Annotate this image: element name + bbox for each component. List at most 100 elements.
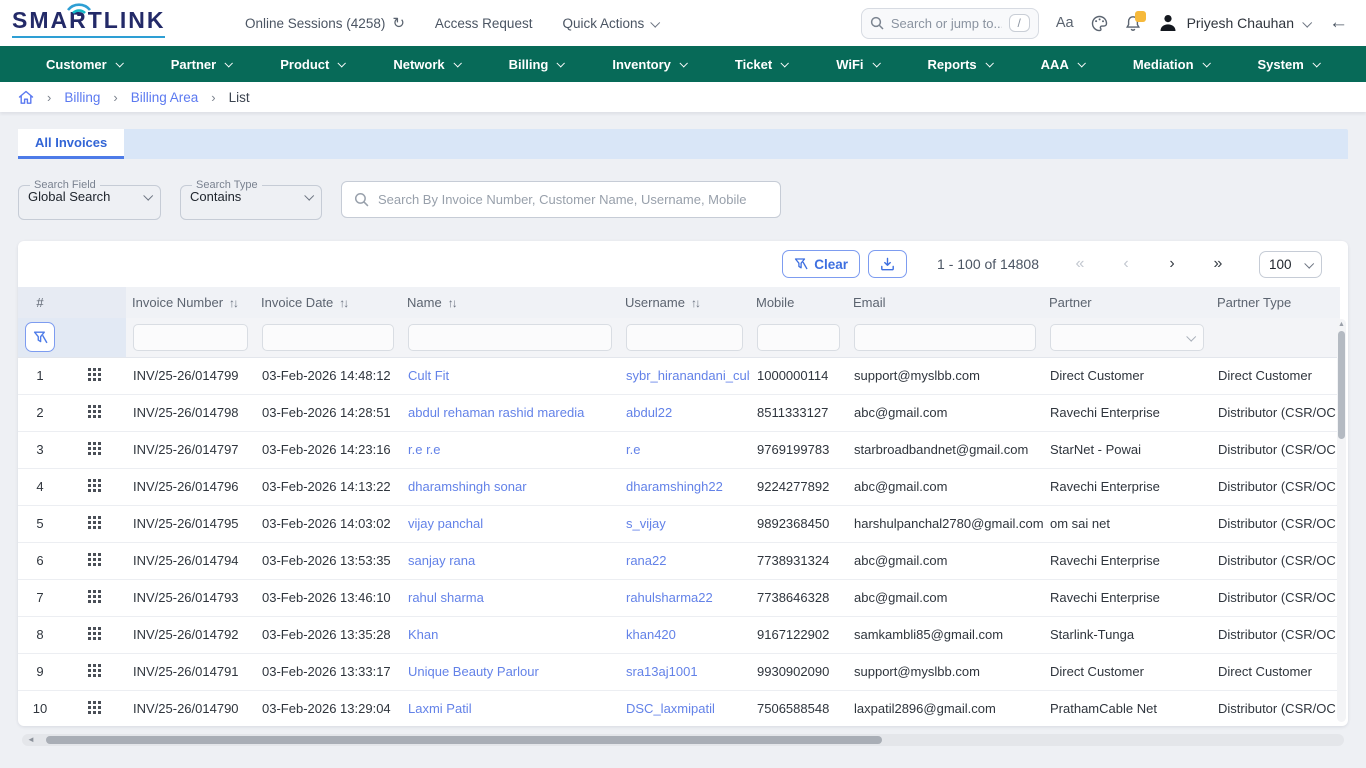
nav-item-label: Mediation: [1133, 57, 1194, 72]
next-page-button[interactable]: ›: [1153, 255, 1191, 273]
nav-item-system[interactable]: System: [1258, 57, 1344, 72]
prev-page-button[interactable]: ‹: [1107, 255, 1145, 273]
filter-partner-select[interactable]: [1050, 324, 1204, 351]
row-actions-grid-icon[interactable]: [88, 516, 101, 529]
customer-name-link[interactable]: Khan: [408, 627, 438, 642]
customer-name-link[interactable]: vijay panchal: [408, 516, 483, 531]
invoices-card: Clear 1 - 100 of 14808 « ‹ › » 100: [18, 241, 1348, 726]
row-actions-grid-icon[interactable]: [88, 701, 101, 714]
nav-item-partner[interactable]: Partner: [171, 57, 257, 72]
theme-palette-icon[interactable]: [1091, 15, 1108, 32]
clear-column-filters-button[interactable]: [25, 322, 55, 352]
search-field-select[interactable]: Search Field Global Search: [18, 179, 161, 220]
name-cell: Khan: [401, 616, 619, 653]
customer-name-link[interactable]: r.e r.e: [408, 442, 441, 457]
font-size-toggle[interactable]: Aa: [1056, 15, 1074, 31]
sort-icon[interactable]: ↑↓: [448, 296, 456, 310]
filter-email-input[interactable]: [854, 324, 1036, 351]
search-type-select[interactable]: Search Type Contains: [180, 179, 322, 220]
nav-item-mediation[interactable]: Mediation: [1133, 57, 1234, 72]
smartlink-logo[interactable]: SMARTLINK: [12, 9, 197, 38]
username-link[interactable]: r.e: [626, 442, 640, 457]
vertical-scrollbar-thumb[interactable]: [1338, 331, 1345, 439]
breadcrumb-link-billing[interactable]: Billing: [64, 90, 100, 105]
customer-name-link[interactable]: Unique Beauty Parlour: [408, 664, 539, 679]
invoice-search-input[interactable]: Search By Invoice Number, Customer Name,…: [341, 181, 781, 218]
customer-name-link[interactable]: abdul rehaman rashid maredia: [408, 405, 584, 420]
sort-icon[interactable]: ↑↓: [229, 296, 237, 310]
sort-icon[interactable]: ↑↓: [691, 296, 699, 310]
scroll-left-icon[interactable]: ◄: [27, 735, 35, 744]
username-link[interactable]: abdul22: [626, 405, 672, 420]
customer-name-link[interactable]: dharamshingh sonar: [408, 479, 527, 494]
horizontal-scrollbar-thumb[interactable]: [46, 736, 882, 744]
customer-name-link[interactable]: Laxmi Patil: [408, 701, 472, 716]
row-actions-grid-icon[interactable]: [88, 368, 101, 381]
first-page-button[interactable]: «: [1061, 255, 1099, 273]
username-link[interactable]: rahulsharma22: [626, 590, 713, 605]
tab-all-invoices[interactable]: All Invoices: [18, 129, 124, 159]
col-header-username[interactable]: Username↑↓: [619, 287, 750, 318]
col-header-name[interactable]: Name↑↓: [401, 287, 619, 318]
username-link[interactable]: dharamshingh22: [626, 479, 723, 494]
online-sessions-link[interactable]: Online Sessions (4258) ↻: [245, 14, 405, 32]
filter-invoice-date-input[interactable]: [262, 324, 394, 351]
row-actions-grid-icon[interactable]: [88, 479, 101, 492]
row-actions-grid-icon[interactable]: [88, 553, 101, 566]
filter-name-input[interactable]: [408, 324, 612, 351]
username-link[interactable]: rana22: [626, 553, 666, 568]
table-header-row: # Invoice Number↑↓ Invoice Date↑↓ Name↑↓…: [18, 287, 1340, 318]
nav-item-ticket[interactable]: Ticket: [735, 57, 812, 72]
nav-item-inventory[interactable]: Inventory: [612, 57, 711, 72]
filter-username-input[interactable]: [626, 324, 743, 351]
global-search-input[interactable]: Search or jump to... /: [861, 8, 1039, 39]
nav-item-product[interactable]: Product: [280, 57, 369, 72]
breadcrumb-link-billing-area[interactable]: Billing Area: [131, 90, 199, 105]
customer-name-link[interactable]: rahul sharma: [408, 590, 484, 605]
last-page-button[interactable]: »: [1199, 255, 1237, 273]
clear-filters-button[interactable]: Clear: [782, 250, 860, 278]
row-actions-grid-icon[interactable]: [88, 590, 101, 603]
back-arrow-icon[interactable]: ←: [1329, 12, 1348, 34]
row-actions-cell: [62, 690, 126, 726]
nav-item-customer[interactable]: Customer: [46, 57, 147, 72]
row-actions-cell: [62, 579, 126, 616]
filter-mobile-input[interactable]: [757, 324, 840, 351]
username-link[interactable]: khan420: [626, 627, 676, 642]
row-actions-grid-icon[interactable]: [88, 405, 101, 418]
user-menu[interactable]: Priyesh Chauhan: [1158, 13, 1310, 33]
download-button[interactable]: [868, 250, 907, 278]
row-actions-cell: [62, 431, 126, 468]
username-link[interactable]: sra13aj1001: [626, 664, 698, 679]
nav-item-billing[interactable]: Billing: [509, 57, 589, 72]
customer-name-link[interactable]: Cult Fit: [408, 368, 449, 383]
horizontal-scrollbar[interactable]: ◄: [22, 734, 1344, 746]
nav-item-network[interactable]: Network: [393, 57, 484, 72]
scroll-up-icon[interactable]: ▲: [1338, 321, 1345, 328]
partner-cell: Ravechi Enterprise: [1043, 579, 1211, 616]
row-actions-grid-icon[interactable]: [88, 442, 101, 455]
username-link[interactable]: sybr_hiranandani_cult: [626, 368, 750, 383]
row-actions-grid-icon[interactable]: [88, 664, 101, 677]
row-number-cell: 10: [18, 690, 62, 726]
customer-name-link[interactable]: sanjay rana: [408, 553, 475, 568]
row-actions-grid-icon[interactable]: [88, 627, 101, 640]
col-header-invoice-date[interactable]: Invoice Date↑↓: [255, 287, 401, 318]
username-link[interactable]: s_vijay: [626, 516, 666, 531]
nav-item-reports[interactable]: Reports: [928, 57, 1017, 72]
quick-actions-menu[interactable]: Quick Actions: [562, 16, 658, 31]
access-request-link[interactable]: Access Request: [435, 16, 533, 31]
username-link[interactable]: DSC_laxmipatil: [626, 701, 715, 716]
page-size-select[interactable]: 100: [1259, 251, 1322, 278]
home-icon[interactable]: [18, 90, 34, 105]
username-cell: abdul22: [619, 394, 750, 431]
sort-icon[interactable]: ↑↓: [339, 296, 347, 310]
nav-item-aaa[interactable]: AAA: [1041, 57, 1109, 72]
invoice-number-cell: INV/25-26/014799: [126, 357, 255, 394]
vertical-scrollbar[interactable]: ▲: [1337, 319, 1346, 722]
filter-invoice-number-input[interactable]: [133, 324, 248, 351]
nav-item-wifi[interactable]: WiFi: [836, 57, 903, 72]
notifications-bell-icon[interactable]: [1125, 15, 1141, 32]
refresh-icon[interactable]: ↻: [392, 14, 405, 32]
col-header-invoice-number[interactable]: Invoice Number↑↓: [126, 287, 255, 318]
